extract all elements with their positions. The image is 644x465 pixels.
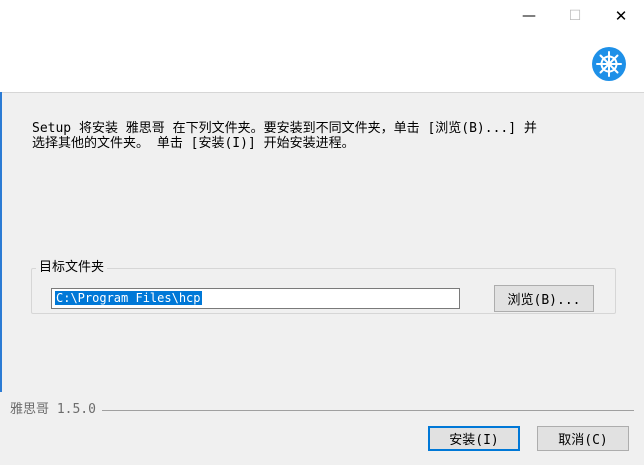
browse-button[interactable]: 浏览(B)...	[494, 285, 594, 312]
maximize-icon: ☐	[568, 8, 582, 24]
branding-version-label: 雅思哥 1.5.0	[10, 402, 102, 418]
install-button[interactable]: 安装(I)	[428, 426, 520, 451]
install-description: Setup 将安装 雅思哥 在下列文件夹。要安装到不同文件夹，单击 [浏览(B)…	[32, 121, 537, 151]
footer-divider	[10, 410, 634, 411]
cancel-button-label: 取消(C)	[558, 433, 608, 448]
title-bar: — ☐ ✕	[0, 0, 644, 36]
install-path-input[interactable]: C:\Program Files\hcp	[51, 288, 460, 309]
install-path-value: C:\Program Files\hcp	[55, 291, 202, 305]
maximize-button: ☐	[552, 0, 598, 32]
close-button[interactable]: ✕	[598, 0, 644, 32]
header-banner	[0, 36, 644, 93]
install-button-label: 安装(I)	[449, 433, 499, 448]
ship-wheel-icon	[591, 46, 627, 82]
minimize-button[interactable]: —	[506, 0, 552, 32]
minimize-icon: —	[522, 8, 536, 24]
close-icon: ✕	[614, 7, 628, 25]
browse-button-label: 浏览(B)...	[507, 293, 581, 308]
left-edge-accent	[0, 92, 2, 392]
destination-folder-label: 目标文件夹	[36, 258, 108, 278]
cancel-button[interactable]: 取消(C)	[537, 426, 629, 451]
